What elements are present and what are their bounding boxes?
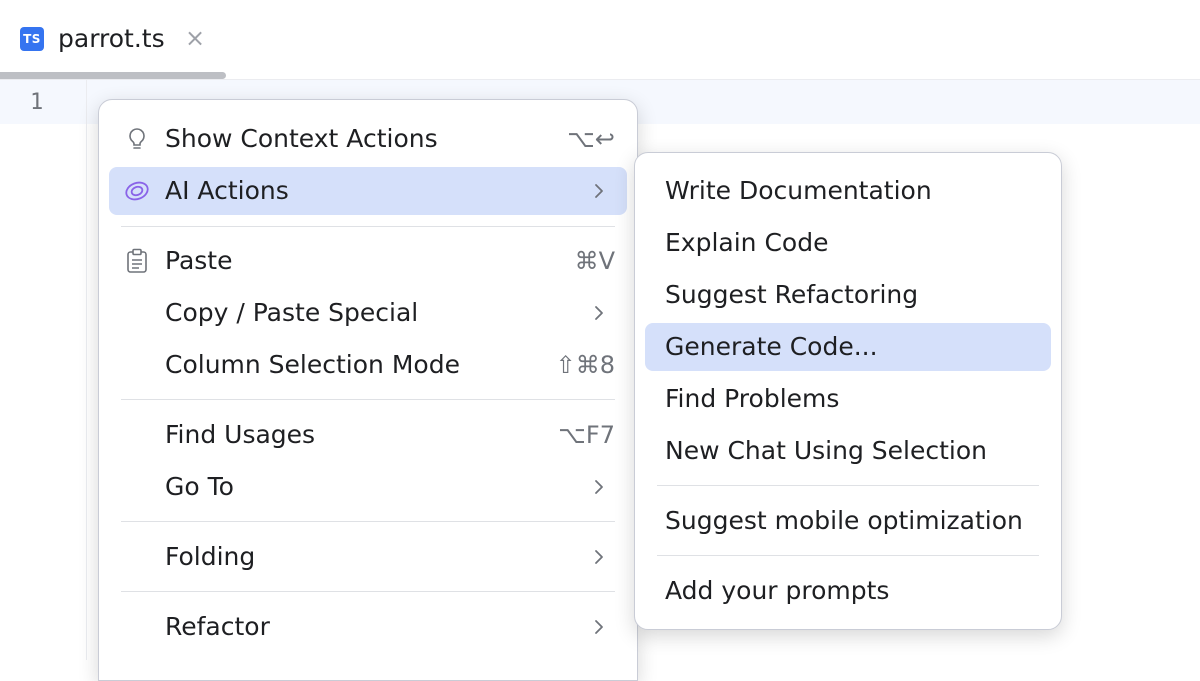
- menu-item-label: Explain Code: [665, 228, 829, 257]
- menu-item-label: AI Actions: [165, 176, 289, 205]
- gutter-divider: [86, 80, 87, 660]
- menu-item-refactor[interactable]: Refactor: [109, 603, 627, 651]
- chevron-right-icon: [595, 550, 603, 564]
- menu-item-label: Refactor: [165, 612, 270, 641]
- menu-item-suggest-mobile-optimization[interactable]: Suggest mobile optimization: [645, 497, 1051, 545]
- menu-item-folding[interactable]: Folding: [109, 533, 627, 581]
- chevron-right-icon: [595, 480, 603, 494]
- menu-item-explain-code[interactable]: Explain Code: [645, 219, 1051, 267]
- menu-item-show-context-actions[interactable]: Show Context Actions ⌥↩: [109, 115, 627, 163]
- chevron-right-icon: [595, 620, 603, 634]
- ai-actions-submenu: Write Documentation Explain Code Suggest…: [634, 152, 1062, 630]
- menu-item-label: Copy / Paste Special: [165, 298, 419, 327]
- typescript-file-icon: TS: [20, 27, 44, 51]
- menu-item-write-documentation[interactable]: Write Documentation: [645, 167, 1051, 215]
- menu-item-label: Folding: [165, 542, 256, 571]
- menu-separator: [657, 485, 1039, 486]
- menu-item-label: Suggest Refactoring: [665, 280, 919, 309]
- menu-item-go-to[interactable]: Go To: [109, 463, 627, 511]
- menu-separator: [121, 591, 615, 592]
- editor-context-menu: Show Context Actions ⌥↩ AI Actions Paste…: [98, 99, 638, 681]
- active-tab-indicator: [0, 72, 226, 79]
- menu-item-label: Find Problems: [665, 384, 840, 413]
- shortcut-hint: ⌘V: [574, 247, 615, 275]
- close-icon[interactable]: ×: [181, 24, 209, 52]
- tab-label: parrot.ts: [58, 24, 165, 53]
- menu-item-label: Add your prompts: [665, 576, 890, 605]
- editor-tab-bar: TS parrot.ts ×: [0, 0, 1200, 80]
- tab-parrot-ts[interactable]: TS parrot.ts ×: [0, 0, 226, 79]
- chevron-right-icon: [595, 306, 603, 320]
- menu-separator: [657, 555, 1039, 556]
- shortcut-hint: ⌥F7: [558, 421, 615, 449]
- menu-separator: [121, 521, 615, 522]
- line-number: 1: [30, 90, 44, 115]
- menu-item-label: Suggest mobile optimization: [665, 506, 1023, 535]
- chevron-right-icon: [595, 184, 603, 198]
- menu-item-label: Show Context Actions: [165, 124, 438, 153]
- menu-item-label: Go To: [165, 472, 234, 501]
- menu-item-find-usages[interactable]: Find Usages ⌥F7: [109, 411, 627, 459]
- menu-item-label: Paste: [165, 246, 233, 275]
- menu-item-label: New Chat Using Selection: [665, 436, 987, 465]
- menu-separator: [121, 226, 615, 227]
- menu-item-label: Generate Code...: [665, 332, 878, 361]
- menu-item-generate-code[interactable]: Generate Code...: [645, 323, 1051, 371]
- menu-item-column-selection-mode[interactable]: Column Selection Mode ⇧⌘8: [109, 341, 627, 389]
- shortcut-hint: ⇧⌘8: [555, 351, 615, 379]
- menu-item-copy-paste-special[interactable]: Copy / Paste Special: [109, 289, 627, 337]
- menu-item-find-problems[interactable]: Find Problems: [645, 375, 1051, 423]
- menu-item-ai-actions[interactable]: AI Actions: [109, 167, 627, 215]
- shortcut-hint: ⌥↩: [567, 125, 615, 153]
- menu-item-paste[interactable]: Paste ⌘V: [109, 237, 627, 285]
- clipboard-icon: [127, 248, 147, 273]
- menu-item-new-chat-using-selection[interactable]: New Chat Using Selection: [645, 427, 1051, 475]
- menu-item-label: Write Documentation: [665, 176, 932, 205]
- menu-separator: [121, 399, 615, 400]
- menu-item-add-your-prompts[interactable]: Add your prompts: [645, 567, 1051, 615]
- lightbulb-icon: [129, 128, 145, 149]
- ai-assistant-icon: [125, 181, 149, 201]
- menu-item-suggest-refactoring[interactable]: Suggest Refactoring: [645, 271, 1051, 319]
- menu-item-label: Find Usages: [165, 420, 316, 449]
- menu-item-label: Column Selection Mode: [165, 350, 460, 379]
